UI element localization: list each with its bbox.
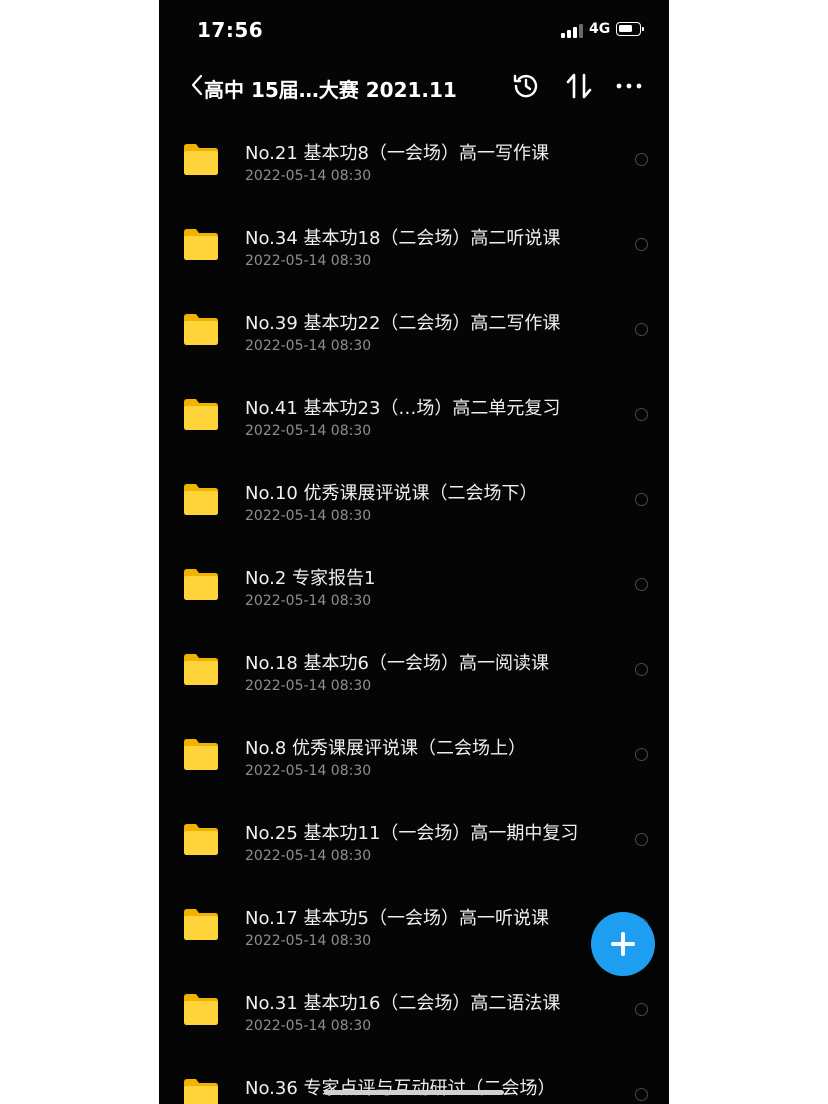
history-icon[interactable] (510, 70, 542, 102)
network-label: 4G (589, 21, 611, 37)
select-radio[interactable] (635, 323, 648, 336)
file-name: No.34 基本功18（二会场）高二听说课 (245, 228, 561, 249)
page-title[interactable]: 高中 15届…大赛 2021.11 (204, 74, 457, 103)
file-row[interactable]: No.25 基本功11（一会场）高一期中复习 2022-05-14 08:30 (159, 788, 669, 873)
file-date: 2022-05-14 08:30 (245, 168, 372, 184)
file-date: 2022-05-14 08:30 (245, 763, 372, 779)
select-radio[interactable] (635, 153, 648, 166)
add-button[interactable] (591, 912, 655, 976)
file-name: No.39 基本功22（二会场）高二写作课 (245, 313, 561, 334)
select-radio[interactable] (635, 1003, 648, 1016)
file-row[interactable]: No.2 专家报告1 2022-05-14 08:30 (159, 533, 669, 618)
folder-icon (182, 652, 220, 686)
file-date: 2022-05-14 08:30 (245, 508, 372, 524)
folder-icon (182, 1077, 220, 1104)
home-indicator[interactable] (324, 1090, 504, 1095)
status-time: 17:56 (197, 18, 264, 42)
status-bar: 17:56 4G (159, 0, 669, 62)
file-date: 2022-05-14 08:30 (245, 253, 372, 269)
file-date: 2022-05-14 08:30 (245, 848, 372, 864)
file-row[interactable]: No.21 基本功8（一会场）高一写作课 2022-05-14 08:30 (159, 108, 669, 193)
file-name: No.2 专家报告1 (245, 568, 376, 589)
folder-icon (182, 397, 220, 431)
battery-icon (616, 22, 644, 36)
file-date: 2022-05-14 08:30 (245, 1018, 372, 1034)
file-name: No.17 基本功5（一会场）高一听说课 (245, 908, 549, 929)
file-name: No.36 专家点评与互动研讨（二会场） (245, 1078, 556, 1099)
folder-icon (182, 227, 220, 261)
sort-icon[interactable] (563, 70, 595, 102)
file-row[interactable]: No.31 基本功16（二会场）高二语法课 2022-05-14 08:30 (159, 958, 669, 1043)
folder-icon (182, 482, 220, 516)
file-name: No.18 基本功6（一会场）高一阅读课 (245, 653, 549, 674)
file-row[interactable]: No.10 优秀课展评说课（二会场下） 2022-05-14 08:30 (159, 448, 669, 533)
more-icon[interactable] (613, 70, 645, 102)
folder-icon (182, 142, 220, 176)
folder-icon (182, 567, 220, 601)
file-name: No.8 优秀课展评说课（二会场上） (245, 738, 527, 759)
file-date: 2022-05-14 08:30 (245, 933, 372, 949)
file-name: No.21 基本功8（一会场）高一写作课 (245, 143, 549, 164)
select-radio[interactable] (635, 748, 648, 761)
file-row[interactable]: No.8 优秀课展评说课（二会场上） 2022-05-14 08:30 (159, 703, 669, 788)
file-date: 2022-05-14 08:30 (245, 678, 372, 694)
folder-icon (182, 822, 220, 856)
chevron-left-icon[interactable] (191, 73, 203, 101)
folder-icon (182, 737, 220, 771)
file-row[interactable]: No.34 基本功18（二会场）高二听说课 2022-05-14 08:30 (159, 193, 669, 278)
phone-screen: 17:56 4G 高中 15届…大赛 2021.11 No.21 基本功8（一会… (159, 0, 669, 1104)
file-date: 2022-05-14 08:30 (245, 338, 372, 354)
folder-icon (182, 992, 220, 1026)
select-radio[interactable] (635, 238, 648, 251)
file-name: No.31 基本功16（二会场）高二语法课 (245, 993, 561, 1014)
folder-icon (182, 907, 220, 941)
folder-icon (182, 312, 220, 346)
select-radio[interactable] (635, 493, 648, 506)
file-row[interactable]: No.39 基本功22（二会场）高二写作课 2022-05-14 08:30 (159, 278, 669, 363)
signal-icon (561, 24, 583, 38)
select-radio[interactable] (635, 408, 648, 421)
file-date: 2022-05-14 08:30 (245, 423, 372, 439)
file-name: No.41 基本功23（…场）高二单元复习 (245, 398, 561, 419)
select-radio[interactable] (635, 578, 648, 591)
file-row[interactable]: No.41 基本功23（…场）高二单元复习 2022-05-14 08:30 (159, 363, 669, 448)
file-date: 2022-05-14 08:30 (245, 593, 372, 609)
select-radio[interactable] (635, 833, 648, 846)
file-row[interactable]: No.18 基本功6（一会场）高一阅读课 2022-05-14 08:30 (159, 618, 669, 703)
select-radio[interactable] (635, 1088, 648, 1101)
file-name: No.25 基本功11（一会场）高一期中复习 (245, 823, 579, 844)
file-name: No.10 优秀课展评说课（二会场下） (245, 483, 538, 504)
select-radio[interactable] (635, 663, 648, 676)
navigation-bar: 高中 15届…大赛 2021.11 (159, 62, 669, 112)
